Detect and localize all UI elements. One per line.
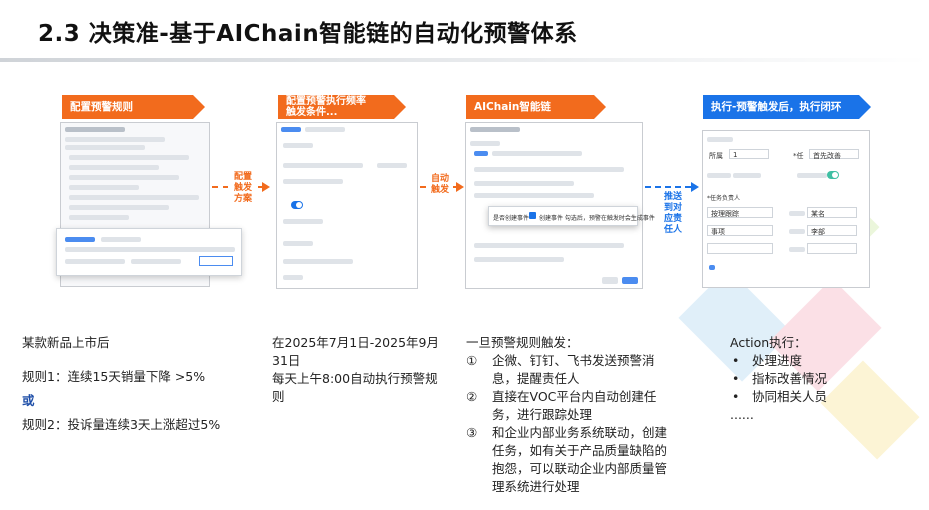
step3-banner: AIChain智能链 — [466, 95, 606, 119]
trigger-list: ① 企微、钉钉、飞书发送预警消息，提醒责任人 ② 直接在VOC平台内自动创建任务，进… — [466, 352, 674, 496]
rule-condition-popup — [56, 228, 242, 276]
trigger-item-text: 直接在VOC平台内自动创建任务，进行跟踪处理 — [492, 389, 657, 422]
s4-item-value: 事项 — [711, 228, 725, 236]
rule-1: 规则1：连续15天销量下降 >5% — [22, 369, 206, 384]
rule-or: 或 — [22, 393, 35, 408]
action-item: 指标改善情况 — [730, 370, 910, 388]
title-underline — [0, 58, 929, 62]
s4-field-label: 所属 — [709, 152, 723, 160]
trigger-item-number: ③ — [466, 425, 478, 440]
connector-arrow-3 — [645, 186, 691, 188]
s4-name2: 李部 — [811, 228, 825, 236]
action-item: 协同相关人员 — [730, 388, 910, 406]
s4-owner-value: 按理跟踪 — [711, 210, 739, 218]
checkbox-icon[interactable] — [529, 212, 536, 219]
s4-field-value2: 首先改善 — [813, 152, 841, 160]
action-heading: Action执行： — [730, 335, 807, 350]
trigger-item-number: ① — [466, 353, 478, 368]
connector-arrowhead-2 — [456, 182, 464, 192]
create-event-label: 是否创建事件 — [493, 215, 530, 222]
step1-banner: 配置预警规则 — [62, 95, 205, 119]
create-event-hint: 创建事件 勾选后，预警在触发时会生成事件 — [539, 215, 655, 222]
connector-label-1: 配置 触发 方案 — [228, 172, 258, 205]
trigger-actions: 一旦预警规则触发： ① 企微、钉钉、飞书发送预警消息，提醒责任人 ② 直接在VOC平… — [466, 334, 674, 496]
trigger-intro: 一旦预警规则触发： — [466, 335, 579, 350]
connector-label-2: 自动 触发 — [427, 174, 453, 196]
action-execution: Action执行： 处理进度 指标改善情况 协同相关人员 ...... — [730, 334, 910, 424]
s4-name1: 某名 — [811, 210, 825, 218]
create-event-popup: 是否创建事件 创建事件 勾选后，预警在触发时会生成事件 — [488, 206, 655, 226]
trigger-item: ① 企微、钉钉、飞书发送预警消息，提醒责任人 — [466, 352, 674, 388]
schedule-description: 在2025年7月1日-2025年9月31日 每天上午8:00自动执行预警规则 — [272, 335, 439, 404]
trigger-item: ② 直接在VOC平台内自动创建任务，进行跟踪处理 — [466, 388, 674, 424]
step4-banner: 执行-预警触发后，执行闭环 — [703, 95, 871, 119]
rules-description: 某款新品上市后 规则1：连续15天销量下降 >5% 或 规则2：投诉量连续3天上… — [22, 334, 262, 434]
action-item: 处理进度 — [730, 352, 910, 370]
rules-intro: 某款新品上市后 — [22, 335, 110, 350]
trigger-item-text: 和企业内部业务系统联动，创建任务，如有关于产品质量缺陷的抱怨，可以联动企业内部质… — [492, 425, 668, 494]
frequency-config-screenshot — [276, 122, 418, 289]
connector-arrowhead-1 — [262, 182, 270, 192]
page-title: 2.3 决策准-基于AIChain智能链的自动化预警体系 — [38, 21, 578, 47]
action-ellipsis: ...... — [730, 407, 754, 422]
s4-owner-label: *任务负责人 — [707, 195, 741, 202]
execution-screenshot: 所属 1 *任 首先改善 *任务负责人 按理跟踪 事项 某名 李部 — [702, 130, 870, 288]
trigger-item: ③ 和企业内部业务系统联动，创建任务，如有关于产品质量缺陷的抱怨，可以联动企业内部… — [466, 424, 674, 496]
s4-field-value: 1 — [733, 151, 738, 159]
s4-field-label2: *任 — [793, 152, 804, 160]
connector-arrowhead-3 — [691, 182, 699, 192]
trigger-item-text: 企微、钉钉、飞书发送预警消息，提醒责任人 — [492, 353, 655, 386]
connector-label-3: 推送 到对 应责 任人 — [660, 192, 686, 236]
step2-banner: 配置预警执行频率 触发条件... — [278, 95, 406, 119]
action-list: 处理进度 指标改善情况 协同相关人员 — [730, 352, 910, 406]
trigger-item-number: ② — [466, 389, 478, 404]
rule-2: 规则2：投诉量连续3天上涨超过5% — [22, 417, 221, 432]
